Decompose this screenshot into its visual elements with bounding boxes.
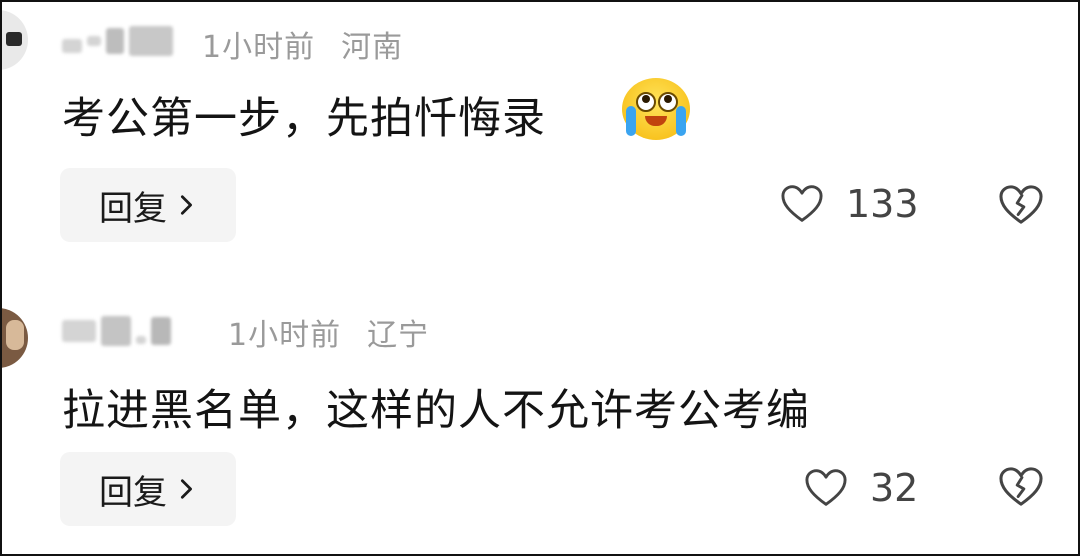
comment-location: 河南 (341, 30, 404, 65)
username-blurred[interactable] (62, 310, 171, 352)
comment-text: 拉进黑名单，这样的人不允许考公考编 (62, 386, 810, 436)
chevron-right-icon (180, 479, 192, 499)
comment-time: 1小时前 (202, 30, 316, 65)
reply-button[interactable]: 回复 (60, 452, 236, 526)
crying-emoji-icon (622, 78, 690, 140)
avatar[interactable] (2, 10, 28, 70)
broken-heart-icon[interactable] (998, 466, 1044, 508)
reply-label: 回复 (99, 472, 167, 513)
chevron-right-icon (180, 195, 192, 215)
username-blurred[interactable] (62, 20, 173, 62)
like-button[interactable]: 32 (804, 466, 918, 510)
comment-item: 1小时前 辽宁 拉进黑名单，这样的人不允许考公考编 回复 32 (2, 280, 1078, 554)
comment-item: 1小时前 河南 考公第一步，先拍忏悔录 回复 133 (2, 2, 1078, 278)
reply-button[interactable]: 回复 (60, 168, 236, 242)
like-count: 133 (846, 182, 919, 226)
comment-time: 1小时前 (228, 318, 342, 353)
like-count: 32 (870, 466, 919, 510)
comment-meta: 1小时前 河南 (202, 22, 403, 66)
reply-label: 回复 (99, 188, 167, 229)
like-button[interactable]: 133 (780, 182, 919, 226)
comment-meta: 1小时前 辽宁 (228, 310, 429, 354)
broken-heart-icon[interactable] (998, 184, 1044, 226)
heart-icon (805, 469, 847, 506)
heart-icon (781, 185, 823, 222)
avatar[interactable] (2, 308, 28, 368)
comment-list: 1小时前 河南 考公第一步，先拍忏悔录 回复 133 1小时前 辽宁 拉进黑名单… (0, 0, 1080, 556)
comment-text: 考公第一步，先拍忏悔录 (62, 94, 546, 144)
comment-location: 辽宁 (367, 318, 430, 353)
